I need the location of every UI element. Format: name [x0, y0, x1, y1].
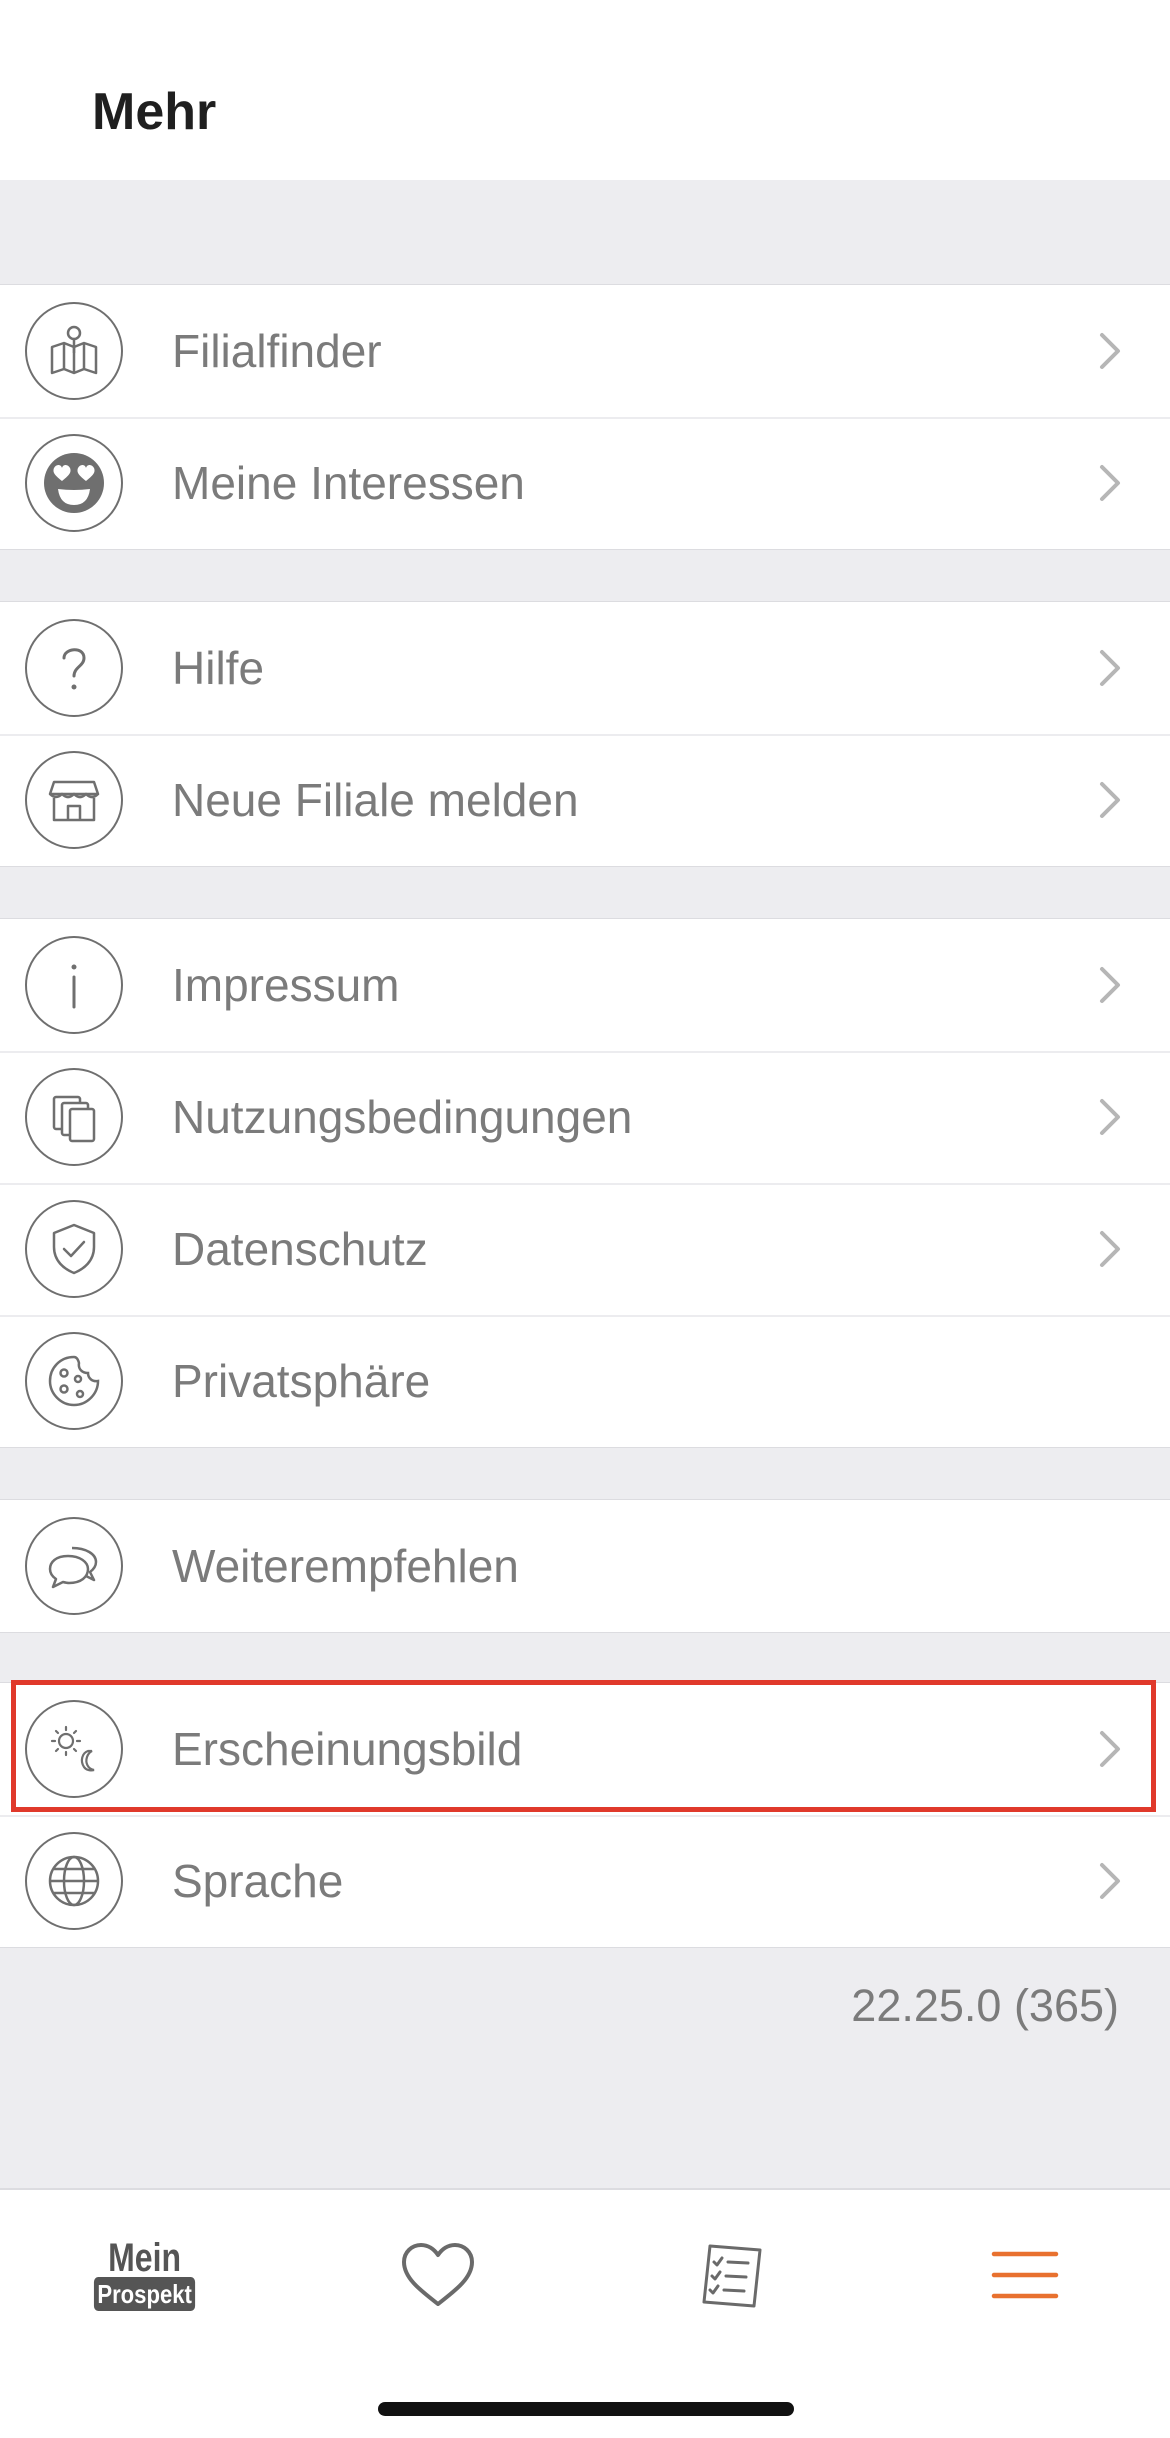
globe-icon	[25, 1832, 123, 1930]
menu-item-label: Erscheinungsbild	[172, 1723, 523, 1775]
tab-shopping-list[interactable]	[676, 2230, 786, 2320]
chevron-right-icon	[1100, 465, 1120, 501]
chevron-right-icon	[1100, 650, 1120, 686]
chevron-right-icon	[1100, 1231, 1120, 1267]
menu-item-nutzungsbedingungen[interactable]: Nutzungsbedingungen	[0, 1051, 1170, 1183]
documents-icon	[25, 1068, 123, 1166]
menu-item-label: Meine Interessen	[172, 457, 525, 509]
mein-prospekt-logo: Mein Prospekt	[85, 2236, 204, 2311]
menu-item-filialfinder[interactable]: Filialfinder	[0, 285, 1170, 417]
tab-more[interactable]	[970, 2230, 1080, 2320]
heart-eyes-face-icon	[25, 434, 123, 532]
menu-group-5: Erscheinungsbild Sprache	[0, 1682, 1170, 1948]
tab-mein-prospekt[interactable]: Mein Prospekt	[90, 2230, 200, 2320]
chevron-right-icon	[1100, 1863, 1120, 1899]
menu-item-erscheinungsbild[interactable]: Erscheinungsbild	[0, 1683, 1170, 1815]
menu-group-1: Filialfinder Meine Interessen	[0, 284, 1170, 550]
menu-item-sprache[interactable]: Sprache	[0, 1815, 1170, 1947]
chevron-right-icon	[1100, 333, 1120, 369]
store-icon	[25, 751, 123, 849]
menu-item-label: Neue Filiale melden	[172, 774, 579, 826]
heart-icon	[402, 2243, 474, 2306]
menu-item-impressum[interactable]: Impressum	[0, 919, 1170, 1051]
hamburger-menu-icon	[991, 2251, 1059, 2299]
menu-item-label: Sprache	[172, 1855, 344, 1907]
home-indicator	[378, 2402, 794, 2416]
checklist-icon	[702, 2244, 762, 2308]
question-mark-icon	[25, 619, 123, 717]
tab-favorites[interactable]	[383, 2230, 493, 2320]
menu-group-2: Hilfe Neue Filiale melden	[0, 601, 1170, 867]
menu-item-privatsphaere[interactable]: Privatsphäre	[0, 1315, 1170, 1447]
logo-line-2: Prospekt	[94, 2277, 196, 2311]
page-title: Mehr	[92, 83, 217, 141]
chat-bubbles-icon	[25, 1517, 123, 1615]
cookie-icon	[25, 1332, 123, 1430]
menu-item-label: Impressum	[172, 959, 400, 1011]
chevron-right-icon	[1100, 1099, 1120, 1135]
shield-check-icon	[25, 1200, 123, 1298]
menu-item-label: Filialfinder	[172, 325, 382, 377]
tab-bar: Mein Prospekt	[0, 2188, 1170, 2438]
menu-item-hilfe[interactable]: Hilfe	[0, 602, 1170, 734]
chevron-right-icon	[1100, 1731, 1120, 1767]
sun-moon-icon	[25, 1700, 123, 1798]
header: Mehr	[0, 0, 1170, 180]
chevron-right-icon	[1100, 967, 1120, 1003]
info-icon	[25, 936, 123, 1034]
menu-item-label: Hilfe	[172, 642, 265, 694]
menu-item-meine-interessen[interactable]: Meine Interessen	[0, 417, 1170, 549]
menu-group-4: Weiterempfehlen	[0, 1499, 1170, 1633]
menu-item-weiterempfehlen[interactable]: Weiterempfehlen	[0, 1500, 1170, 1632]
menu-item-label: Privatsphäre	[172, 1355, 431, 1407]
menu-item-datenschutz[interactable]: Datenschutz	[0, 1183, 1170, 1315]
menu-item-label: Weiterempfehlen	[172, 1540, 519, 1592]
menu-item-label: Datenschutz	[172, 1223, 428, 1275]
menu-group-3: Impressum Nutzungsbedingungen Datenschut…	[0, 918, 1170, 1448]
map-pin-icon	[25, 302, 123, 400]
chevron-right-icon	[1100, 782, 1120, 818]
logo-line-1: Mein	[108, 2236, 182, 2280]
menu-item-label: Nutzungsbedingungen	[172, 1091, 633, 1143]
app-version: 22.25.0 (365)	[851, 1980, 1119, 2031]
menu-item-neue-filiale-melden[interactable]: Neue Filiale melden	[0, 734, 1170, 866]
